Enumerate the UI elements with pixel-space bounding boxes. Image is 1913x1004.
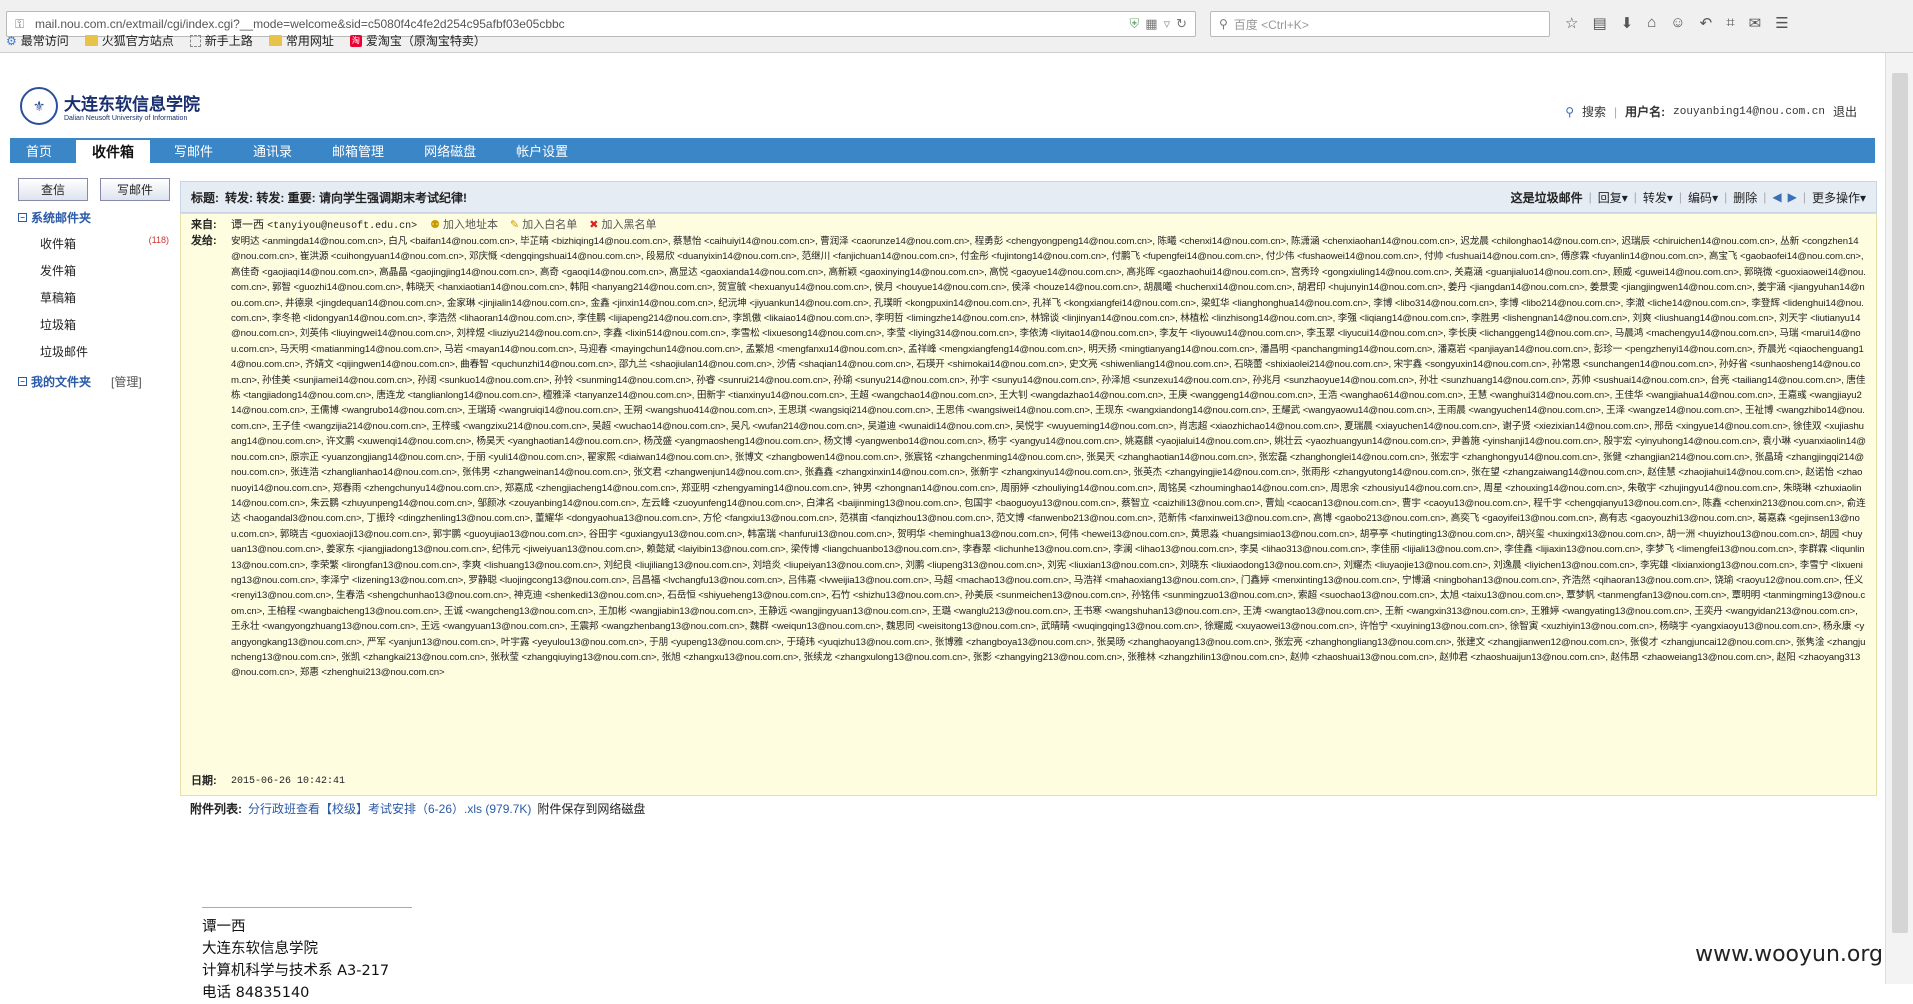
sidebar-item-drafts[interactable]: 草稿箱 [18, 284, 173, 311]
tab-home[interactable]: 首页 [10, 138, 68, 163]
search-icon[interactable]: ⚲ [1565, 105, 1574, 119]
unread-count: (118) [148, 235, 169, 245]
reply-button[interactable]: 回复▾ [1598, 189, 1628, 206]
mark-spam-button[interactable]: 这是垃圾邮件 [1511, 189, 1583, 206]
signature-divider [202, 907, 412, 908]
tab-account[interactable]: 帐户设置 [500, 138, 584, 163]
recipient-list: 安明达 <anmingda14@nou.com.cn>, 白凡 <baifan1… [231, 236, 1866, 679]
scroll-thumb[interactable] [1892, 73, 1908, 933]
taobao-icon: 淘 [349, 34, 362, 47]
page-scrollbar[interactable] [1885, 53, 1913, 984]
compose-button[interactable]: 写邮件 [100, 178, 170, 201]
collapse-icon[interactable]: − [18, 377, 27, 386]
pencil-icon: ✎ [510, 219, 520, 231]
mail-tools: 这是垃圾邮件 | 回复▾ | 转发▾ | 编码▾ | 删除 | ◀ ▶ | 更多操作▾ [1510, 189, 1866, 206]
sig-name: 谭一西 [202, 919, 246, 935]
user-area: ⚲ 搜索 | 用户名: zouyanbing14@nou.com.cn 退出 [1565, 103, 1857, 120]
delete-button[interactable]: 删除 [1733, 189, 1757, 206]
next-mail-icon[interactable]: ▶ [1788, 190, 1797, 204]
sender-email: <tanyiyou@neusoft.edu.cn> [267, 221, 418, 232]
bookmark-taobao[interactable]: 淘爱淘宝（原淘宝特卖） [349, 32, 486, 49]
bookmark-firefox[interactable]: 火狐官方站点 [84, 32, 174, 49]
attachment-file[interactable]: 分行政班查看【校级】考试安排（6-26）.xls (979.7K) [248, 800, 531, 817]
add-blacklist-link[interactable]: ✖ 加入黑名单 [589, 218, 656, 233]
sidebar-item-sent[interactable]: 发件箱 [18, 257, 173, 284]
sidebar-item-inbox[interactable]: 收件箱 (118) [18, 230, 173, 257]
manage-folders-link[interactable]: [管理] [111, 373, 142, 390]
site-search-link[interactable]: 搜索 [1582, 103, 1606, 120]
mail-page: ⚜ 大连东软信息学院 Dalian Neusoft University of … [0, 53, 1885, 1001]
mail-header: 来自: 谭一西 <tanyiyou@neusoft.edu.cn> ⚉ 加入地址本… [180, 213, 1877, 796]
check-mail-button[interactable]: 查信 [18, 178, 88, 201]
sig-school: 大连东软信息学院 [202, 941, 318, 957]
tab-compose[interactable]: 写邮件 [158, 138, 229, 163]
person-icon: ⚉ [430, 219, 441, 231]
sig-dept: 计算机科学与技术系 A3-217 [202, 963, 390, 979]
bookmarks-bar: ⚙ 最常访问 火狐官方站点 新手上路 常用网址 淘爱淘宝（原淘宝特卖） [0, 28, 1913, 53]
from-line: 来自: 谭一西 <tanyiyou@neusoft.edu.cn> ⚉ 加入地址本… [191, 218, 657, 233]
encoding-button[interactable]: 编码▾ [1688, 189, 1718, 206]
collapse-icon[interactable]: − [18, 213, 27, 222]
username-label: 用户名: [1625, 105, 1666, 119]
main-nav: 首页 收件箱 写邮件 通讯录 邮箱管理 网络磁盘 帐户设置 [10, 138, 1875, 163]
page-icon [189, 34, 201, 47]
prev-mail-icon[interactable]: ◀ [1772, 190, 1781, 204]
sidebar: 查信 写邮件 − 系统邮件夹 收件箱 (118) 发件箱 草稿箱 垃圾箱 垃圾邮件… [18, 178, 173, 394]
save-to-netdisk-link[interactable]: 附件保存到网络磁盘 [537, 800, 645, 817]
subject-bar: 标题: 转发: 转发: 重要: 请向学生强调期末考试纪律! 这是垃圾邮件 | 回复▾… [180, 181, 1877, 213]
watermark: www.wooyun.org [1695, 942, 1883, 967]
school-logo[interactable]: ⚜ 大连东软信息学院 Dalian Neusoft University of … [20, 87, 200, 125]
folder-icon [84, 35, 98, 46]
mail-date: 2015-06-26 10:42:41 [231, 776, 346, 787]
system-folders-title[interactable]: − 系统邮件夹 [18, 209, 173, 226]
cross-icon: ✖ [589, 219, 599, 231]
sidebar-item-trash[interactable]: 垃圾箱 [18, 311, 173, 338]
mail-view: 标题: 转发: 转发: 重要: 请向学生强调期末考试纪律! 这是垃圾邮件 | 回复▾… [180, 181, 1877, 821]
bookmark-common-sites[interactable]: 常用网址 [268, 32, 334, 49]
sig-phone: 电话 84835140 [202, 985, 310, 1001]
tab-contacts[interactable]: 通讯录 [237, 138, 308, 163]
sidebar-item-spam[interactable]: 垃圾邮件 [18, 338, 173, 365]
folder-icon [268, 35, 282, 46]
add-contact-link[interactable]: ⚉ 加入地址本 [430, 218, 498, 233]
mail-subject: 标题: 转发: 转发: 重要: 请向学生强调期末考试纪律! [191, 190, 467, 205]
my-folders-title[interactable]: − 我的文件夹 [管理] [18, 373, 173, 390]
mail-body: 谭一西 大连东软信息学院 计算机科学与技术系 A3-217 电话 8483514… [202, 907, 412, 1004]
logo-name-cn: 大连东软信息学院 [64, 95, 200, 115]
tab-netdisk[interactable]: 网络磁盘 [408, 138, 492, 163]
to-line: 发给: 安明达 <anmingda14@nou.com.cn>, 白凡 <bai… [191, 234, 1866, 774]
sender-name: 谭一西 [231, 219, 264, 231]
tab-inbox[interactable]: 收件箱 [76, 138, 151, 163]
more-actions-button[interactable]: 更多操作▾ [1812, 189, 1866, 206]
tab-mail-settings[interactable]: 邮箱管理 [316, 138, 400, 163]
logo-name-en: Dalian Neusoft University of Information [64, 115, 188, 122]
bookmark-getting-started[interactable]: 新手上路 [189, 32, 253, 49]
seal-icon: ⚜ [20, 87, 58, 125]
gear-icon: ⚙ [6, 33, 17, 48]
bookmark-most-visited[interactable]: ⚙ 最常访问 [6, 32, 69, 49]
username: zouyanbing14@nou.com.cn [1673, 105, 1825, 118]
forward-button[interactable]: 转发▾ [1643, 189, 1673, 206]
add-whitelist-link[interactable]: ✎ 加入白名单 [510, 218, 577, 233]
date-line: 日期: 2015-06-26 10:42:41 [191, 775, 346, 787]
attachment-line: 附件列表: 分行政班查看【校级】考试安排（6-26）.xls (979.7K) … [190, 800, 646, 817]
logout-link[interactable]: 退出 [1833, 103, 1857, 120]
